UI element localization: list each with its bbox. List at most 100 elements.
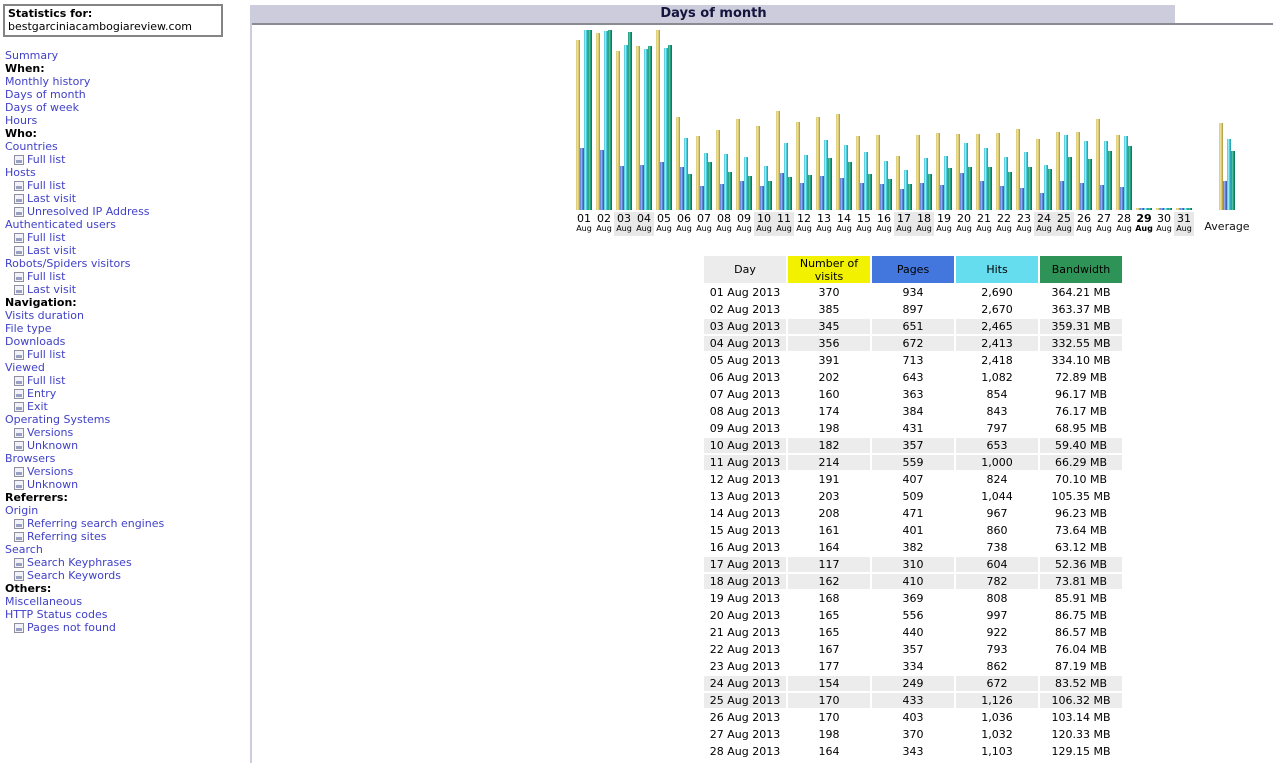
sidebar-item-miscellaneous[interactable]: Miscellaneous	[5, 595, 82, 608]
sidebar-item-unknown[interactable]: Unknown	[27, 439, 78, 452]
sidebar-item-pages-not-found[interactable]: Pages not found	[27, 621, 116, 634]
sub-item-icon	[14, 246, 24, 256]
sidebar-item-unresolved-ip-address[interactable]: Unresolved IP Address	[27, 205, 150, 218]
sidebar-item-browsers[interactable]: Browsers	[5, 452, 55, 465]
cell-bandwidth: 363.37 MB	[1040, 302, 1122, 317]
sidebar-item-last-visit[interactable]: Last visit	[27, 192, 76, 205]
bandwidth-bar	[628, 32, 632, 210]
sidebar-item-days-of-month[interactable]: Days of month	[5, 88, 86, 101]
table-row: 14 Aug 201320847196796.23 MB	[704, 506, 1122, 521]
sidebar-item-full-list[interactable]: Full list	[27, 348, 65, 361]
cell-bandwidth: 332.55 MB	[1040, 336, 1122, 351]
bandwidth-bar	[988, 167, 992, 210]
sidebar-item-http-status-codes[interactable]: HTTP Status codes	[5, 608, 107, 621]
cell-bandwidth: 73.81 MB	[1040, 574, 1122, 589]
cell-pages: 249	[872, 676, 954, 691]
page-title: Days of month	[252, 5, 1175, 23]
sidebar-item-summary[interactable]: Summary	[5, 49, 58, 62]
bandwidth-bar	[1168, 208, 1172, 210]
sidebar-item-full-list[interactable]: Full list	[27, 153, 65, 166]
sidebar-item-search-keywords[interactable]: Search Keywords	[27, 569, 121, 582]
sidebar-item-full-list[interactable]: Full list	[27, 374, 65, 387]
sidebar-item-unknown[interactable]: Unknown	[27, 478, 78, 491]
sidebar-item-versions[interactable]: Versions	[27, 465, 73, 478]
bandwidth-bar	[688, 174, 692, 210]
cell-hits: 843	[956, 404, 1038, 419]
sidebar-item-versions[interactable]: Versions	[27, 426, 73, 439]
day-label-09: 09Aug	[734, 212, 754, 236]
cell-bandwidth: 70.10 MB	[1040, 472, 1122, 487]
day-label-05: 05Aug	[654, 212, 674, 236]
sidebar-item-hosts[interactable]: Hosts	[5, 166, 36, 179]
sidebar-item-operating-systems[interactable]: Operating Systems	[5, 413, 110, 426]
sidebar-item-hours[interactable]: Hours	[5, 114, 37, 127]
sidebar-item-search-keyphrases[interactable]: Search Keyphrases	[27, 556, 132, 569]
day-label-18: 18Aug	[914, 212, 934, 236]
sidebar-section-referrers: Referrers:	[5, 491, 164, 504]
sidebar-item-exit[interactable]: Exit	[27, 400, 48, 413]
cell-pages: 934	[872, 285, 954, 300]
sidebar-item-referring-sites[interactable]: Referring sites	[27, 530, 107, 543]
sidebar-item-entry[interactable]: Entry	[27, 387, 56, 400]
cell-pages: 643	[872, 370, 954, 385]
cell-visits: 165	[788, 608, 870, 623]
day-label-28: 28Aug	[1114, 212, 1134, 236]
cell-bandwidth: 52.36 MB	[1040, 557, 1122, 572]
table-row: 04 Aug 20133566722,413332.55 MB	[704, 336, 1122, 351]
cell-bandwidth: 87.19 MB	[1040, 659, 1122, 674]
sub-item-icon	[14, 285, 24, 295]
table-row: 18 Aug 201316241078273.81 MB	[704, 574, 1122, 589]
sidebar-item-full-list[interactable]: Full list	[27, 270, 65, 283]
chart-day-group-29	[1134, 30, 1154, 210]
cell-day: 24 Aug 2013	[704, 676, 786, 691]
sidebar-item-authenticated-users[interactable]: Authenticated users	[5, 218, 116, 231]
sidebar-item-viewed[interactable]: Viewed	[5, 361, 45, 374]
sidebar-item-origin[interactable]: Origin	[5, 504, 38, 517]
table-row: 25 Aug 20131704331,126106.32 MB	[704, 693, 1122, 708]
cell-day: 03 Aug 2013	[704, 319, 786, 334]
sidebar-item-file-type[interactable]: File type	[5, 322, 51, 335]
cell-visits: 208	[788, 506, 870, 521]
bandwidth-bar	[728, 172, 732, 210]
cell-hits: 854	[956, 387, 1038, 402]
sidebar-item-last-visit[interactable]: Last visit	[27, 244, 76, 257]
bandwidth-bar	[808, 175, 812, 210]
cell-visits: 203	[788, 489, 870, 504]
cell-day: 13 Aug 2013	[704, 489, 786, 504]
cell-bandwidth: 59.40 MB	[1040, 438, 1122, 453]
sidebar-item-referring-search-engines[interactable]: Referring search engines	[27, 517, 164, 530]
cell-day: 01 Aug 2013	[704, 285, 786, 300]
table-row: 22 Aug 201316735779376.04 MB	[704, 642, 1122, 657]
sidebar-item-search[interactable]: Search	[5, 543, 43, 556]
sidebar-section-others: Others:	[5, 582, 164, 595]
cell-pages: 651	[872, 319, 954, 334]
chart-day-group-15	[854, 30, 874, 210]
sidebar-item-downloads[interactable]: Downloads	[5, 335, 65, 348]
table-row: 17 Aug 201311731060452.36 MB	[704, 557, 1122, 572]
cell-day: 22 Aug 2013	[704, 642, 786, 657]
cell-bandwidth: 106.32 MB	[1040, 693, 1122, 708]
bandwidth-bar	[668, 45, 672, 210]
cell-pages: 357	[872, 642, 954, 657]
sidebar-item-full-list[interactable]: Full list	[27, 179, 65, 192]
chart-day-group-20	[954, 30, 974, 210]
sidebar-item-robots-spiders-visitors[interactable]: Robots/Spiders visitors	[5, 257, 131, 270]
sub-item-icon	[14, 389, 24, 399]
cell-pages: 382	[872, 540, 954, 555]
sidebar-item-days-of-week[interactable]: Days of week	[5, 101, 79, 114]
bandwidth-bar	[888, 179, 892, 210]
sidebar-item-full-list[interactable]: Full list	[27, 231, 65, 244]
day-label-25: 25Aug	[1054, 212, 1074, 236]
cell-pages: 363	[872, 387, 954, 402]
table-row: 02 Aug 20133858972,670363.37 MB	[704, 302, 1122, 317]
sidebar-item-countries[interactable]: Countries	[5, 140, 58, 153]
cell-hits: 2,690	[956, 285, 1038, 300]
sidebar-item-last-visit[interactable]: Last visit	[27, 283, 76, 296]
chart-day-group-30	[1154, 30, 1174, 210]
table-row: 11 Aug 20132145591,00066.29 MB	[704, 455, 1122, 470]
table-row: 06 Aug 20132026431,08272.89 MB	[704, 370, 1122, 385]
sidebar-item-visits-duration[interactable]: Visits duration	[5, 309, 84, 322]
chart-day-group-27	[1094, 30, 1114, 210]
cell-visits: 164	[788, 744, 870, 759]
sidebar-item-monthly-history[interactable]: Monthly history	[5, 75, 90, 88]
